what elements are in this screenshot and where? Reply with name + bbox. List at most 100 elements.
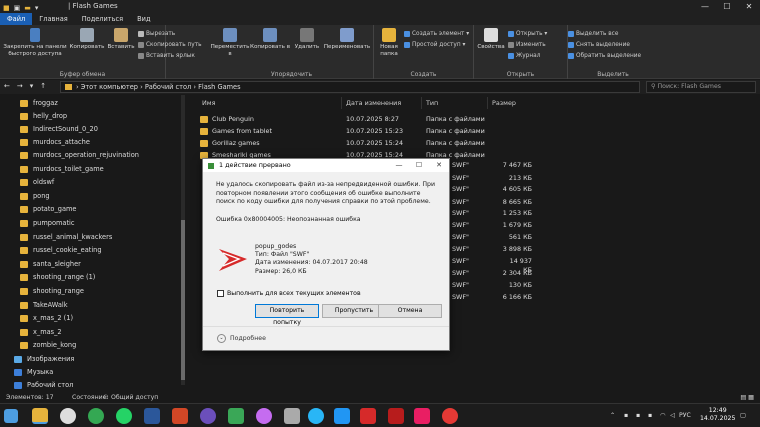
close-button[interactable]: ✕ — [429, 159, 449, 172]
notification-icon[interactable]: ▢ — [740, 404, 746, 427]
sidebar-item[interactable]: x_mas_2 (1) — [20, 313, 73, 323]
sidebar-item-pictures[interactable]: Изображения — [14, 354, 74, 364]
move-to-button[interactable]: Переместить в — [210, 28, 250, 58]
pin-button[interactable]: Закрепить на панели быстрого доступа — [2, 28, 68, 58]
wifi-icon[interactable]: ◠ — [660, 404, 665, 427]
file-row[interactable]: Club Penguin — [200, 115, 254, 124]
sidebar-item-music[interactable]: Музыка — [14, 367, 53, 377]
invert-selection-button[interactable]: Обратить выделение — [568, 52, 641, 60]
chrome-icon[interactable] — [88, 408, 104, 424]
sidebar-item[interactable]: helly_drop — [20, 111, 67, 121]
whatsapp-icon[interactable] — [116, 408, 132, 424]
select-none-button[interactable]: Снять выделение — [568, 41, 630, 49]
flash-player-icon[interactable] — [360, 408, 376, 424]
copy-button[interactable]: Копировать — [68, 28, 106, 51]
details-toggle[interactable]: ⌄ Подробнее — [217, 334, 266, 343]
word-icon[interactable] — [144, 408, 160, 424]
column-name[interactable]: Имя — [200, 97, 342, 109]
back-icon[interactable]: ← — [4, 82, 10, 90]
up-icon[interactable]: ↑ — [40, 82, 46, 90]
search-input[interactable]: ⚲ Поиск: Flash Games — [646, 81, 756, 93]
column-date[interactable]: Дата изменения — [344, 97, 422, 109]
paste-button[interactable]: Вставить — [106, 28, 136, 51]
history-button[interactable]: Журнал — [508, 52, 540, 60]
cut-button[interactable]: Вырезать — [138, 30, 175, 38]
checkbox[interactable] — [217, 290, 224, 297]
sidebar-item-desktop[interactable]: Рабочий стол — [14, 380, 73, 390]
app-icon[interactable] — [334, 408, 350, 424]
easy-access-button[interactable]: Простой доступ ▾ — [404, 41, 465, 49]
tab-home[interactable]: Главная — [32, 13, 74, 25]
sidebar-item[interactable]: santa_sleigher — [20, 259, 81, 269]
breadcrumb-desktop[interactable]: Рабочий стол — [145, 83, 191, 91]
open-button[interactable]: Открыть ▾ — [508, 30, 547, 38]
view-toggle-icons[interactable]: ▤ ▦ — [740, 393, 754, 403]
edit-button[interactable]: Изменить — [508, 41, 546, 49]
sidebar-item[interactable]: x_mas_2 — [20, 327, 62, 337]
new-item-button[interactable]: Создать элемент ▾ — [404, 30, 469, 38]
sidebar-item[interactable]: murdocs_operation_rejuvination — [20, 150, 139, 160]
minimize-button[interactable]: — — [389, 159, 409, 172]
sidebar-item[interactable]: shooting_range (1) — [20, 272, 95, 282]
sidebar-item[interactable]: murdocs_toilet_game — [20, 164, 104, 174]
file-row[interactable]: Games from tablet — [200, 127, 272, 136]
chevron-down-icon[interactable]: ▾ — [30, 82, 34, 90]
sidebar-item[interactable]: murdocs_attache — [20, 137, 90, 147]
tray-app-icon[interactable]: ▪ — [636, 404, 640, 427]
app-icon[interactable] — [414, 408, 430, 424]
sidebar-item[interactable]: froggaz — [20, 98, 58, 108]
sidebar-item[interactable]: pumpomatic — [20, 218, 75, 228]
maximize-button[interactable]: ☐ — [716, 0, 738, 13]
sidebar-item[interactable]: russel_cookie_eating — [20, 245, 102, 255]
app-icon[interactable] — [284, 408, 300, 424]
tab-share[interactable]: Поделиться — [75, 13, 130, 25]
copy-path-button[interactable]: Скопировать путь — [138, 41, 202, 49]
skip-button[interactable]: Пропустить — [322, 304, 386, 318]
windows-start-icon[interactable] — [4, 409, 18, 423]
sidebar-item[interactable]: pong — [20, 191, 50, 201]
column-type[interactable]: Тип — [424, 97, 488, 109]
copy-to-button[interactable]: Копировать в — [250, 28, 290, 51]
cancel-button[interactable]: Отмена — [378, 304, 442, 318]
delete-button[interactable]: Удалить — [292, 28, 322, 51]
column-size[interactable]: Размер — [490, 97, 540, 109]
select-all-button[interactable]: Выделить все — [568, 30, 618, 38]
app-icon[interactable] — [228, 408, 244, 424]
rename-button[interactable]: Переименовать — [322, 28, 372, 51]
breadcrumb-flash-games[interactable]: Flash Games — [198, 83, 240, 91]
file-explorer-icon[interactable] — [32, 408, 48, 424]
breadcrumb[interactable]: › Этот компьютер › Рабочий стол › Flash … — [60, 81, 640, 93]
sidebar-item[interactable]: zombie_kong — [20, 340, 76, 350]
tray-app-icon[interactable]: ▪ — [624, 404, 628, 427]
powerpoint-icon[interactable] — [172, 408, 188, 424]
flash-icon[interactable] — [388, 408, 404, 424]
tray-app-icon[interactable]: ▪ — [648, 404, 652, 427]
apply-all-checkbox[interactable]: Выполнить для всех текущих элементов — [217, 290, 361, 297]
language-indicator[interactable]: РУС — [679, 404, 691, 427]
forward-icon[interactable]: → — [17, 82, 23, 90]
close-button[interactable]: ✕ — [738, 0, 760, 13]
properties-button[interactable]: Свойства — [476, 28, 506, 51]
minimize-button[interactable]: — — [694, 0, 716, 13]
breadcrumb-computer[interactable]: Этот компьютер — [81, 83, 138, 91]
sidebar-item[interactable]: TakeAWalk — [20, 300, 68, 310]
sidebar-item[interactable]: oldswf — [20, 177, 54, 187]
new-folder-button[interactable]: Новая папка — [376, 28, 402, 58]
app-icon[interactable] — [256, 408, 272, 424]
sidebar-item[interactable]: potato_game — [20, 204, 76, 214]
retry-button[interactable]: Повторить попытку — [255, 304, 319, 326]
app-icon[interactable] — [200, 408, 216, 424]
sidebar-item[interactable]: russel_animal_kwackers — [20, 232, 112, 242]
file-row[interactable]: Gorillaz games — [200, 139, 260, 148]
clock[interactable]: 12:49 14.07.2025 — [700, 407, 735, 423]
tray-chevron-icon[interactable]: ⌃ — [610, 404, 615, 427]
tab-file[interactable]: Файл — [0, 13, 33, 25]
app-icon[interactable] — [60, 408, 76, 424]
sidebar-item[interactable]: IndirectSound_0_20 — [20, 124, 98, 134]
sidebar-item[interactable]: shooting_range — [20, 286, 84, 296]
tab-view[interactable]: Вид — [130, 13, 157, 25]
app-icon[interactable] — [442, 408, 458, 424]
maximize-button[interactable]: ☐ — [409, 159, 429, 172]
app-icon[interactable] — [308, 408, 324, 424]
sidebar-scroll-thumb[interactable] — [181, 220, 185, 380]
